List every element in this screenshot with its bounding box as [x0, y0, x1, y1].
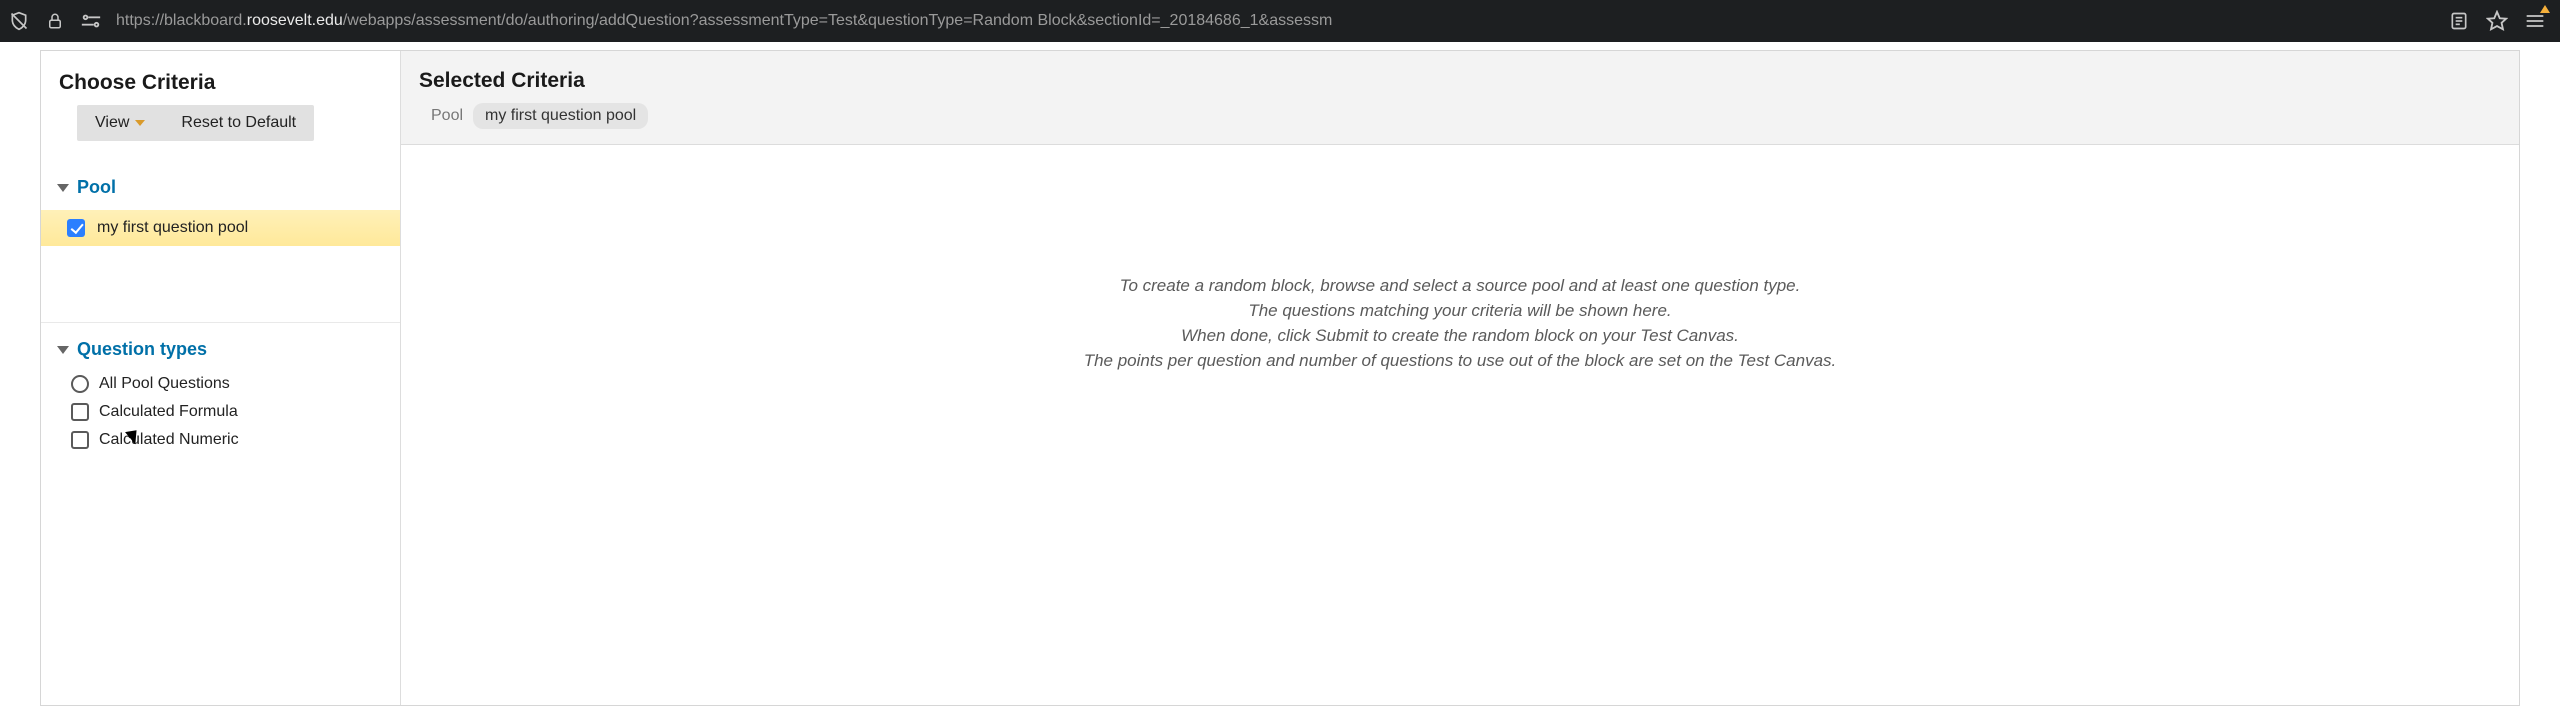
radio-unchecked-icon[interactable] — [71, 375, 89, 393]
browser-address-bar: https://blackboard.roosevelt.edu/webapps… — [0, 0, 2560, 42]
criteria-pool-chip[interactable]: my first question pool — [473, 103, 648, 129]
criteria-pool-label: Pool — [419, 107, 463, 125]
hamburger-menu-icon[interactable] — [2524, 10, 2546, 32]
question-types-heading-label: Question types — [77, 339, 207, 360]
question-types-header[interactable]: Question types — [41, 333, 400, 366]
checkbox-unchecked-icon[interactable] — [71, 403, 89, 421]
pool-heading-label: Pool — [77, 177, 116, 198]
url-prefix: https://blackboard. — [116, 12, 247, 29]
selected-criteria-title: Selected Criteria — [419, 69, 2501, 93]
reset-to-default-button[interactable]: Reset to Default — [163, 105, 314, 141]
qtype-label: Calculated Numeric — [99, 431, 239, 449]
bookmark-star-icon[interactable] — [2486, 10, 2508, 32]
pool-item[interactable]: my first question pool — [41, 210, 400, 246]
view-button-label: View — [95, 114, 129, 132]
qtype-label: All Pool Questions — [99, 375, 230, 393]
lock-icon[interactable] — [44, 10, 66, 32]
placeholder-line: To create a random block, browse and sel… — [1120, 275, 1801, 298]
reader-mode-icon[interactable] — [2448, 10, 2470, 32]
pool-item-label: my first question pool — [97, 219, 248, 237]
pool-section-header[interactable]: Pool — [41, 171, 400, 204]
sidebar-toolbar: View Reset to Default — [77, 105, 314, 141]
permissions-icon[interactable] — [80, 10, 102, 32]
caret-down-icon — [57, 346, 69, 354]
url-domain: roosevelt.edu — [247, 12, 343, 29]
placeholder-instructions: To create a random block, browse and sel… — [401, 145, 2519, 705]
view-button[interactable]: View — [77, 105, 163, 141]
caret-down-icon — [57, 184, 69, 192]
url-path: /webapps/assessment/do/authoring/addQues… — [343, 12, 1333, 29]
pool-section: Pool my first question pool — [41, 171, 400, 262]
qtype-item-calc-numeric[interactable]: Calculated Numeric — [41, 426, 400, 454]
qtype-item-all-pool[interactable]: All Pool Questions — [41, 370, 400, 398]
placeholder-line: The questions matching your criteria wil… — [1248, 300, 1671, 323]
checkbox-unchecked-icon[interactable] — [71, 431, 89, 449]
qtype-item-calc-formula[interactable]: Calculated Formula — [41, 398, 400, 426]
main-content: Selected Criteria Pool my first question… — [401, 51, 2519, 705]
qtype-label: Calculated Formula — [99, 403, 238, 421]
shield-off-icon[interactable] — [8, 10, 30, 32]
selected-criteria-bar: Selected Criteria Pool my first question… — [401, 51, 2519, 145]
url-text[interactable]: https://blackboard.roosevelt.edu/webapps… — [116, 12, 2434, 30]
checkbox-checked-icon[interactable] — [67, 219, 85, 237]
sidebar-title: Choose Criteria — [59, 71, 382, 95]
question-types-section: Question types All Pool Questions Calcul… — [41, 322, 400, 458]
criteria-sidebar: Choose Criteria View Reset to Default Po… — [41, 51, 401, 705]
placeholder-line: The points per question and number of qu… — [1084, 350, 1837, 373]
chevron-down-icon — [135, 120, 145, 126]
placeholder-line: When done, click Submit to create the ra… — [1181, 325, 1739, 348]
